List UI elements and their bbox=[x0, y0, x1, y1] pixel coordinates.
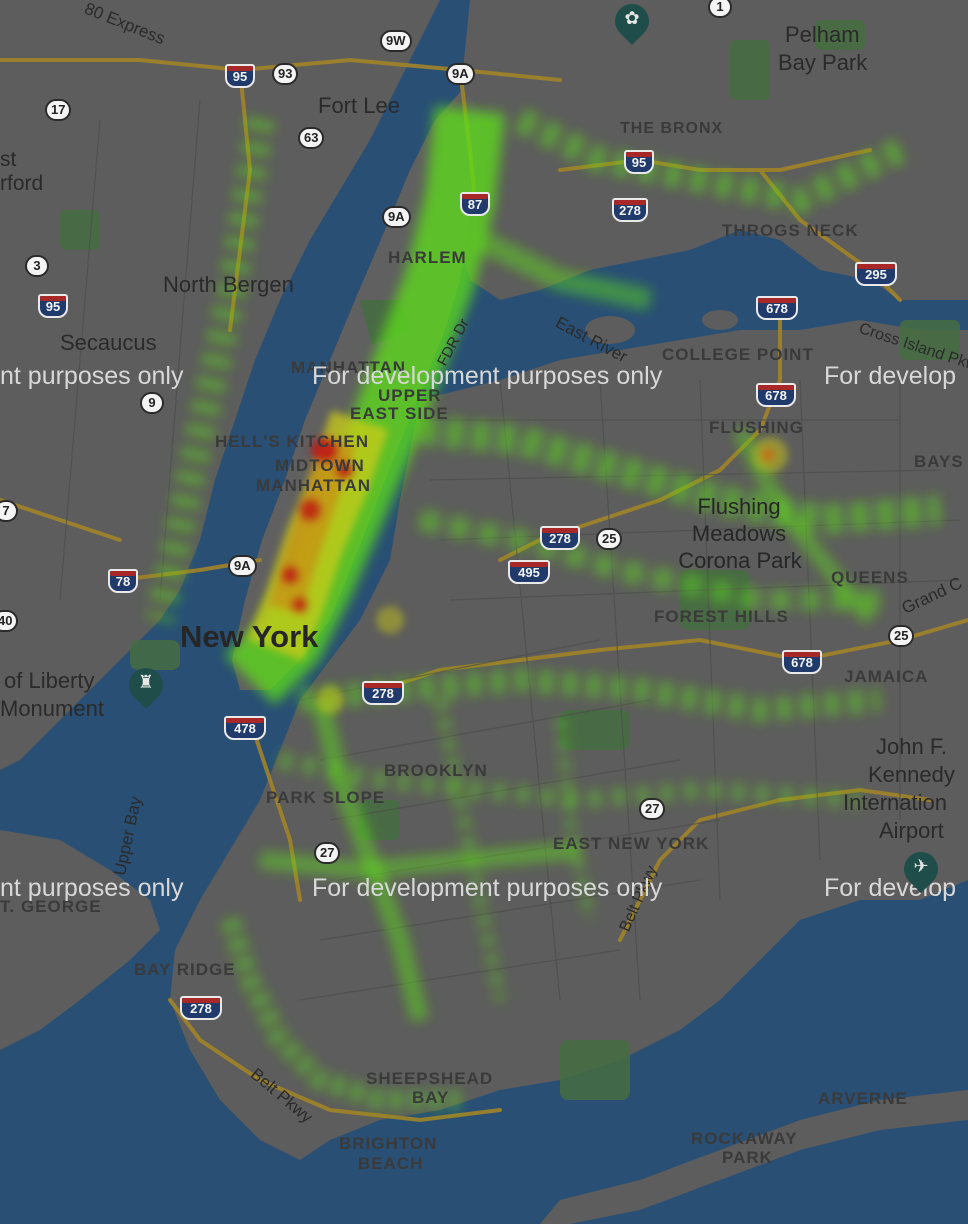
dim-overlay bbox=[0, 0, 968, 1224]
basemap bbox=[0, 0, 968, 1224]
map-canvas[interactable]: 80 Express Pelham Bay Park Fort Lee THE … bbox=[0, 0, 968, 1224]
